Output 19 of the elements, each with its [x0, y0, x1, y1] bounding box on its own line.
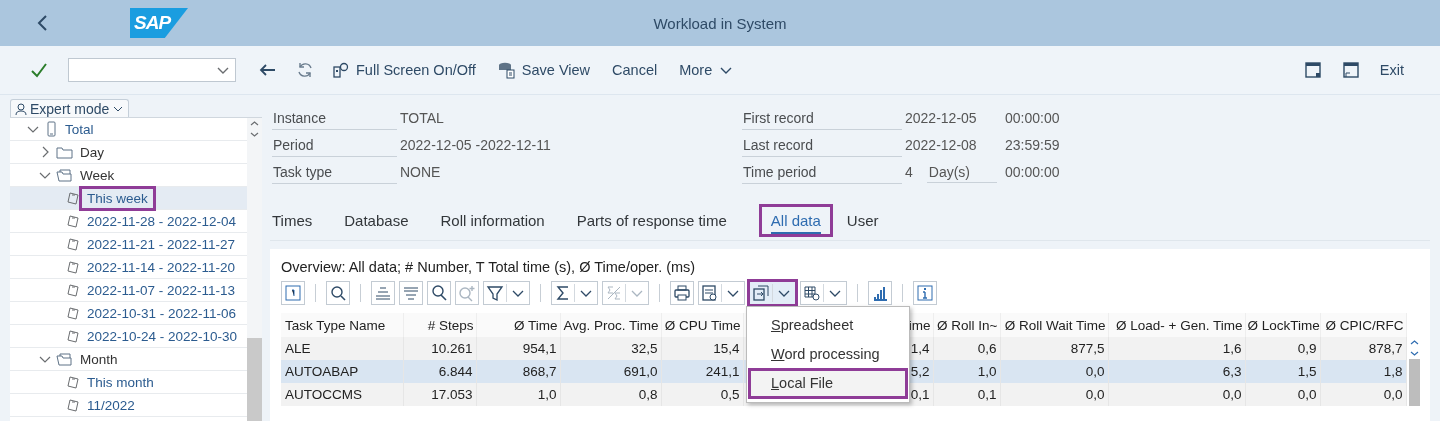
window-title: Workload in System	[653, 14, 787, 32]
overview-title: Overview: All data; # Number, T Total time (s), Ø Time/oper. (ms)	[281, 259, 697, 277]
time-value: 00:00:00	[1004, 163, 1061, 182]
field-value: NONE	[399, 163, 442, 182]
field-label: Task type	[272, 161, 397, 184]
field-label: Period	[272, 134, 397, 157]
field-label: Time period	[742, 161, 902, 184]
field-value: 2022-12-08	[905, 136, 977, 155]
field-label: Instance	[272, 107, 397, 130]
field-value: 4	[905, 163, 913, 182]
field-label: Last record	[742, 134, 902, 157]
time-value: 23:59:59	[1004, 136, 1061, 155]
field-value: TOTAL	[399, 109, 445, 128]
field-value: 2022-12-05 -2022-12-11	[399, 136, 552, 155]
unit-label: Day(s)	[926, 161, 997, 183]
time-value: 00:00:00	[1004, 109, 1061, 128]
sap-logo: SAP	[130, 8, 188, 38]
field-value: 2022-12-05	[905, 109, 977, 128]
field-label: First record	[742, 107, 902, 130]
